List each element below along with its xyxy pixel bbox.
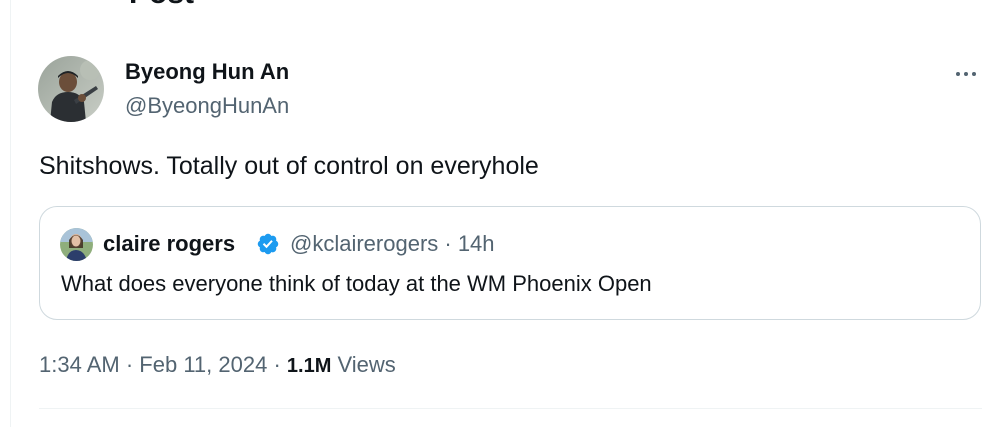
views-label: Views — [337, 352, 396, 377]
more-dot — [972, 72, 976, 76]
views-count: 1.1M — [286, 355, 332, 377]
quoted-avatar[interactable] — [60, 228, 93, 261]
arrow-left-icon[interactable] — [39, 0, 61, 4]
page-title: Post — [129, 0, 194, 10]
avatar-image — [38, 56, 104, 122]
meta-separator: · — [273, 352, 281, 377]
more-icon[interactable] — [946, 62, 986, 86]
tweet-text: Shitshows. Totally out of control on eve… — [39, 152, 539, 180]
quoted-display-name[interactable]: claire rogers — [103, 229, 235, 259]
quoted-handle-and-time[interactable]: @kclairerogers · 14h — [290, 229, 495, 259]
quoted-avatar-image — [60, 228, 93, 261]
avatar[interactable] — [38, 56, 104, 122]
tweet-date[interactable]: Feb 11, 2024 — [139, 352, 267, 377]
author-handle[interactable]: @ByeongHunAn — [125, 92, 289, 120]
divider — [39, 408, 982, 409]
more-dot — [956, 72, 960, 76]
page-header: Post — [11, 0, 996, 10]
author-display-name[interactable]: Byeong Hun An — [125, 58, 289, 86]
quoted-tweet-card[interactable]: claire rogers @kclairerogers · 14h What … — [39, 206, 981, 320]
tweet-meta: 1:34 AM · Feb 11, 2024 · 1.1M Views — [39, 350, 396, 381]
quoted-tweet-text: What does everyone think of today at the… — [61, 271, 652, 296]
more-dot — [964, 72, 968, 76]
tweet-time[interactable]: 1:34 AM — [39, 352, 120, 377]
timeline-left-border — [10, 0, 11, 427]
verified-badge-icon — [257, 233, 279, 255]
meta-separator: · — [125, 352, 134, 377]
